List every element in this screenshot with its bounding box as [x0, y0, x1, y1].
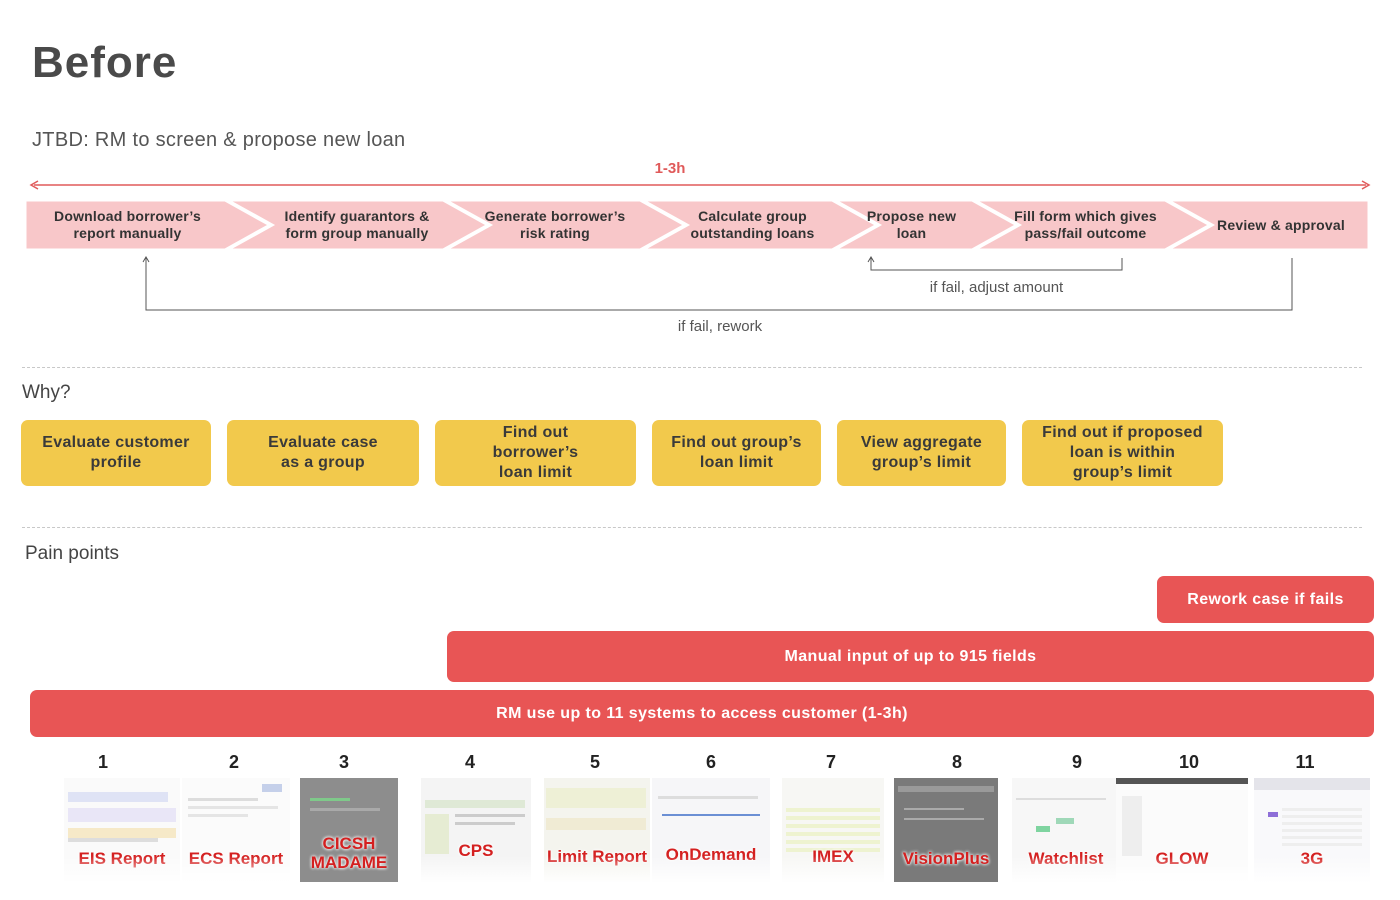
system-number: 1: [97, 752, 108, 772]
system-number: 6: [705, 752, 716, 772]
pain-bar-rework: Rework case if fails: [1157, 576, 1374, 623]
system-number: 10: [1178, 752, 1200, 772]
system-number: 8: [951, 752, 962, 772]
step-identify-guarantors: Identify guarantors & form group manuall…: [284, 208, 430, 241]
system-number: 2: [228, 752, 239, 772]
system-name: CICSH MADAME: [310, 834, 388, 872]
system-thumbnail-imex: IMEX: [782, 778, 884, 882]
why-card-customer-profile: Evaluate customer profile: [21, 420, 211, 486]
why-card-proposed-within-limit: Find out if proposed loan is within grou…: [1022, 420, 1223, 486]
step-propose-loan: Propose new loan: [866, 208, 957, 241]
system-number: 9: [1071, 752, 1082, 772]
why-card-label: Find out if proposed loan is within grou…: [1042, 424, 1203, 481]
section-divider: [22, 367, 1362, 368]
step-calculate-outstanding: Calculate group outstanding loans: [690, 208, 815, 241]
system-thumbnail-3g: 3G: [1254, 778, 1370, 882]
system-thumbnail-watchlist: Watchlist: [1012, 778, 1120, 882]
why-card-label: Evaluate customer profile: [42, 434, 190, 471]
step-review-approval: Review & approval: [1217, 216, 1345, 233]
system-thumbnail-limit-report: Limit Report: [544, 778, 650, 882]
pain-points-heading: Pain points: [25, 543, 120, 564]
step-download-report: Download borrower’s report manually: [54, 208, 201, 241]
system-thumbnail-visionplus: VisionPlus: [894, 778, 998, 882]
process-timeline: [23, 180, 1371, 311]
rework-loop-label: if fail, rework: [677, 318, 763, 335]
why-card-borrower-limit: Find out borrower’s loan limit: [435, 420, 636, 486]
adjust-loop-label: if fail, adjust amount: [929, 279, 1064, 296]
system-thumbnail-ecs: ECS Report: [182, 778, 290, 882]
system-thumbnail-glow: GLOW: [1116, 778, 1248, 882]
system-number: 4: [464, 752, 475, 772]
duration-arrow: [29, 180, 1371, 190]
system-number: 11: [1295, 752, 1315, 772]
step-risk-rating: Generate borrower’s risk rating: [484, 208, 626, 241]
pain-bar-systems: RM use up to 11 systems to access custom…: [30, 690, 1374, 737]
why-heading: Why?: [22, 382, 71, 403]
step-fill-form: Fill form which gives pass/fail outcome: [1014, 208, 1157, 241]
why-card-group-limit: Find out group’s loan limit: [652, 420, 821, 486]
why-card-aggregate-limit: View aggregate group’s limit: [837, 420, 1006, 486]
adjust-loop-arrow: [867, 256, 1123, 271]
system-thumbnail-cicsh: CICSH MADAME: [300, 778, 398, 882]
why-card-label: Find out borrower’s loan limit: [492, 424, 579, 481]
system-name: VisionPlus: [902, 849, 990, 868]
system-thumbnail-ondemand: OnDemand: [652, 778, 770, 882]
system-number: 5: [589, 752, 600, 772]
why-card-group-case: Evaluate case as a group: [227, 420, 419, 486]
system-thumbnail-eis: EIS Report: [64, 778, 180, 882]
system-number: 7: [825, 752, 836, 772]
system-thumbnail-cps: CPS: [421, 778, 531, 882]
section-divider: [22, 527, 1362, 528]
system-number: 3: [338, 752, 349, 772]
why-card-label: Evaluate case as a group: [268, 434, 378, 471]
why-card-label: Find out group’s loan limit: [671, 434, 802, 471]
rework-loop-arrow: [142, 256, 1293, 311]
pain-bar-manual-input: Manual input of up to 915 fields: [447, 631, 1374, 682]
why-card-label: View aggregate group’s limit: [860, 434, 983, 471]
